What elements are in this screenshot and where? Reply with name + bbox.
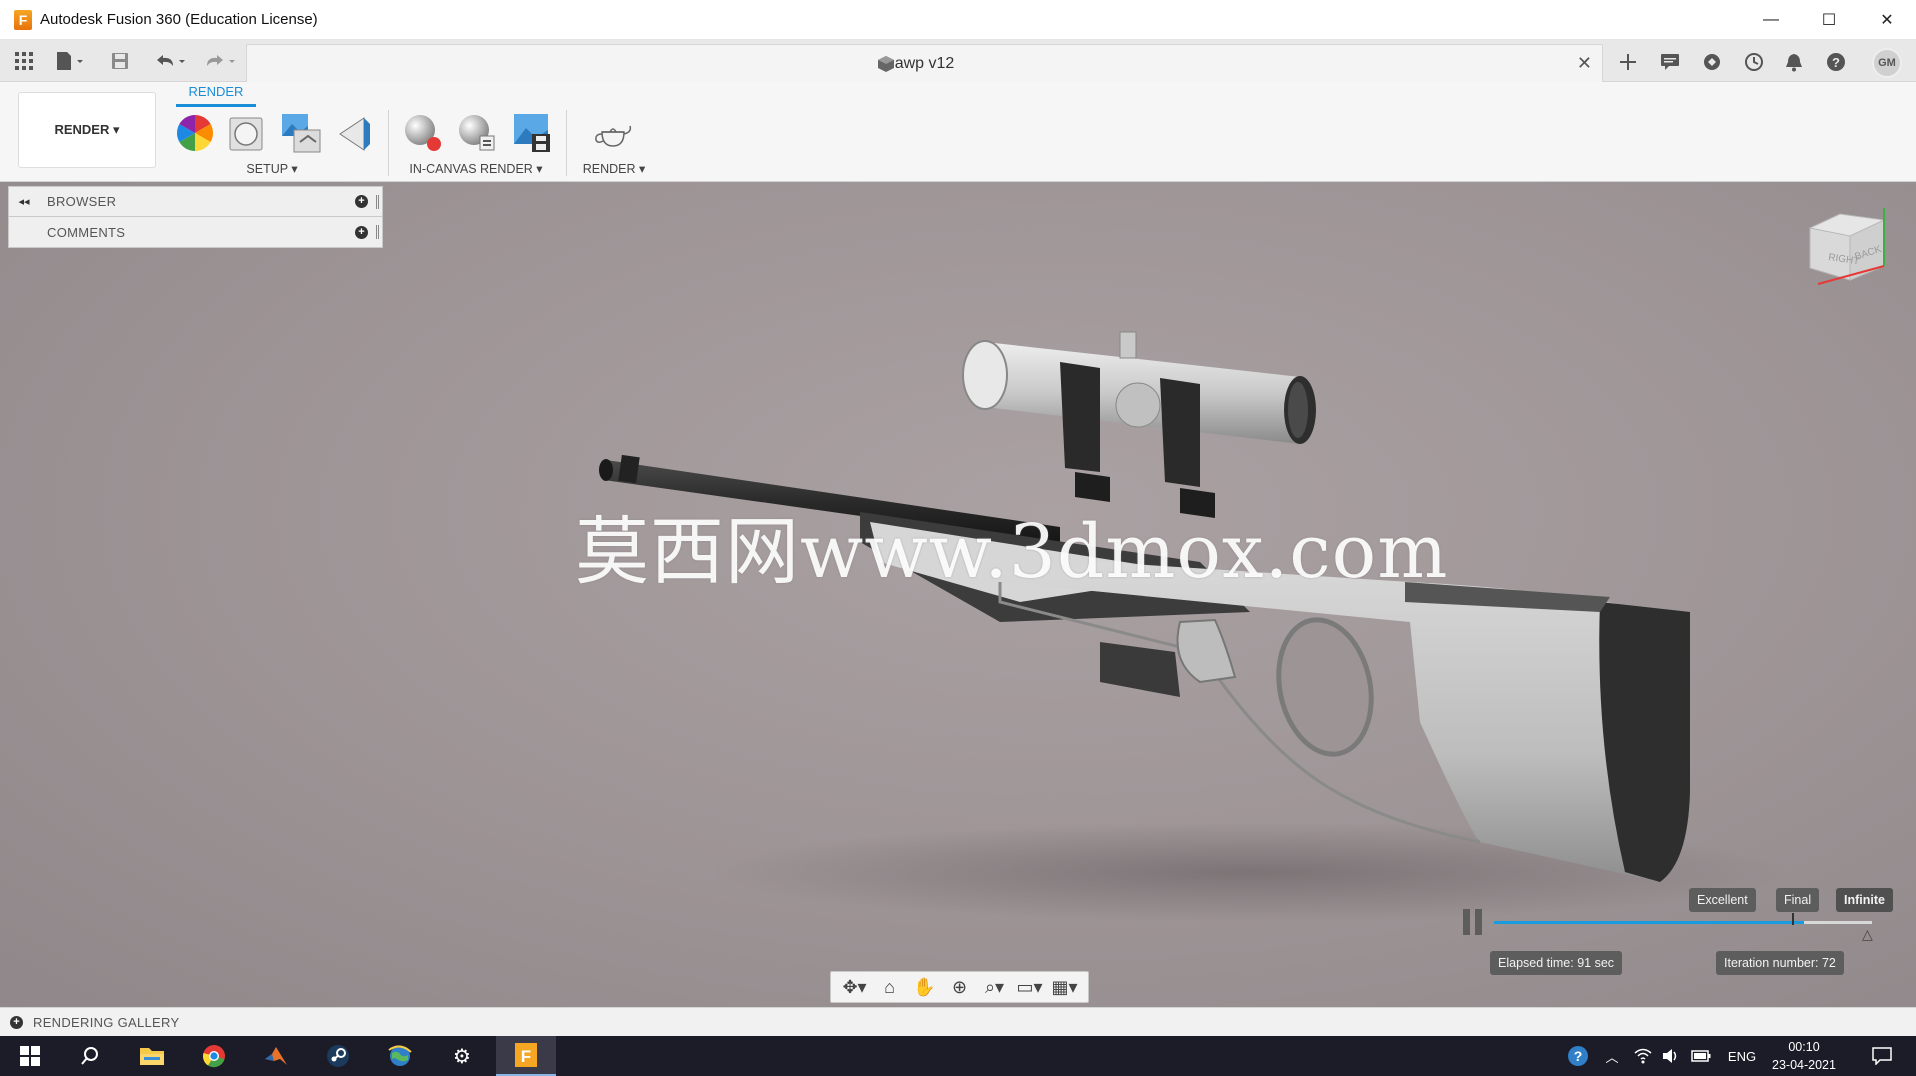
document-title: awp v12 [894,55,955,72]
pause-bar [1475,909,1482,935]
matlab-icon[interactable] [246,1036,306,1076]
capture-image-icon[interactable] [510,112,552,154]
ribbon-divider [566,110,567,176]
redo-icon[interactable] [200,48,240,74]
new-tab-icon[interactable] [1614,48,1642,76]
add-icon[interactable]: + [355,225,368,239]
show-hidden-icons-chevron-icon[interactable]: ︿ [1600,1036,1624,1076]
physical-material-icon[interactable] [226,112,268,154]
comments-label: COMMENTS [47,224,126,240]
viewcube[interactable]: RIGHT BACK [1800,206,1900,296]
data-panel-grid-icon[interactable] [12,48,36,74]
rendering-gallery-bar[interactable]: + RENDERING GALLERY [0,1007,1916,1036]
battery-icon[interactable] [1686,1036,1716,1076]
document-tab[interactable]: awp v12 ✕ [246,44,1603,82]
elapsed-time-badge: Elapsed time: 91 sec [1490,951,1623,975]
volume-icon[interactable] [1656,1036,1686,1076]
progress-end-triangle-icon: △ [1862,926,1873,942]
tab-render[interactable]: RENDER [176,84,256,107]
render-progress-bar[interactable] [1494,921,1872,924]
progress-marker[interactable] [1792,913,1794,925]
comments-icon[interactable] [1656,48,1684,76]
windows-taskbar: ⚙ F ? ︿ ENG 00:10 23-04-2021 [0,1036,1916,1076]
title-bar: F Autodesk Fusion 360 (Education License… [0,0,1916,40]
add-icon[interactable]: + [10,1015,23,1029]
panel-grip-handle[interactable] [376,225,379,239]
maximize-button[interactable]: ☐ [1800,0,1858,40]
in-canvas-render-icon[interactable] [402,112,444,154]
pause-render-button[interactable] [1463,909,1485,935]
scene-settings-icon[interactable] [280,112,322,154]
orbit-icon[interactable]: ✥▾ [840,977,870,998]
document-bar: awp v12 ✕ ? GM [0,40,1916,82]
rendering-gallery-label: RENDERING GALLERY [33,1014,180,1030]
clock-time: 00:10 [1788,1040,1820,1054]
window-title: Autodesk Fusion 360 (Education License) [40,11,318,28]
zoom-icon[interactable]: ⊕ [945,977,975,998]
windows-start-icon[interactable] [0,1036,60,1076]
extensions-icon[interactable] [1698,48,1726,76]
svg-text:?: ? [1832,55,1840,70]
quality-infinite-button[interactable]: Infinite [1836,888,1893,912]
navigation-toolbar: ✥▾ ⌂ ✋ ⊕ ⌕▾ ▭▾ ▦▾ [830,971,1089,1003]
chrome-icon[interactable] [184,1036,244,1076]
add-icon[interactable]: + [355,195,368,208]
pan-hand-icon[interactable]: ✋ [910,977,940,998]
collapse-panel-icon[interactable]: ◂◂ [9,195,39,208]
workspace-switcher[interactable]: RENDER ▾ [18,92,156,168]
notifications-bell-icon[interactable] [1780,48,1808,76]
job-status-icon[interactable] [1740,48,1768,76]
help-icon[interactable]: ? [1822,48,1850,76]
file-menu-icon[interactable] [52,48,88,74]
display-settings-icon[interactable]: ▭▾ [1015,977,1045,998]
pause-bar [1463,909,1470,935]
help-tray-icon[interactable]: ? [1562,1036,1594,1076]
in-canvas-render-settings-icon[interactable] [456,112,498,154]
quality-excellent-button[interactable]: Excellent [1689,888,1756,912]
panel-grip-handle[interactable] [376,194,379,209]
fusion-taskbar-letter: F [521,1047,531,1066]
render-teapot-icon[interactable] [592,112,634,154]
browser-label: BROWSER [47,194,117,209]
svg-text:?: ? [1574,1048,1583,1064]
wifi-icon[interactable] [1628,1036,1658,1076]
close-document-button[interactable]: ✕ [1577,53,1592,74]
file-explorer-icon[interactable] [122,1036,182,1076]
render-group-label[interactable]: RENDER ▾ [576,161,652,176]
clock-date: 23-04-2021 [1772,1058,1836,1072]
grid-settings-icon[interactable]: ▦▾ [1050,977,1080,998]
comments-header[interactable]: COMMENTS + [8,217,383,248]
settings-gear-icon[interactable]: ⚙ [432,1036,492,1076]
steam-icon[interactable] [308,1036,368,1076]
action-center-icon[interactable] [1862,1036,1902,1076]
texture-map-icon[interactable] [334,112,376,154]
watermark-text: 莫西网www.3dmox.com [575,509,1449,595]
fit-zoom-icon[interactable]: ⌕▾ [980,977,1010,998]
browser-header[interactable]: ◂◂ BROWSER + [8,186,383,217]
close-window-button[interactable]: ✕ [1858,0,1916,40]
browser-panel: ◂◂ BROWSER + COMMENTS + [8,186,383,248]
toolbar-ribbon: RENDER ▾ RENDER SETUP ▾ IN-CANVAS RENDER… [0,82,1916,182]
fusion-logo-icon: F [14,9,32,30]
canvas-viewport[interactable]: ◂◂ BROWSER + COMMENTS + RIGHT BACK 莫西网ww… [0,182,1916,1007]
fusion-360-taskbar-icon[interactable]: F [496,1036,556,1076]
globe-app-icon[interactable] [370,1036,430,1076]
in-canvas-render-group-label[interactable]: IN-CANVAS RENDER ▾ [400,161,552,176]
undo-icon[interactable] [150,48,190,74]
ribbon-divider [388,110,389,176]
appearance-icon[interactable] [174,112,216,154]
system-clock[interactable]: 00:10 23-04-2021 [1764,1038,1844,1074]
render-progress-fill [1494,921,1804,924]
minimize-button[interactable]: — [1742,0,1800,40]
language-indicator[interactable]: ENG [1722,1036,1762,1076]
look-at-icon[interactable]: ⌂ [875,977,905,998]
save-icon[interactable] [108,48,132,74]
quality-final-button[interactable]: Final [1776,888,1820,912]
iteration-number-badge: Iteration number: 72 [1716,951,1844,975]
setup-group-label[interactable]: SETUP ▾ [224,161,320,176]
search-icon[interactable] [60,1036,120,1076]
user-avatar[interactable]: GM [1872,48,1902,78]
